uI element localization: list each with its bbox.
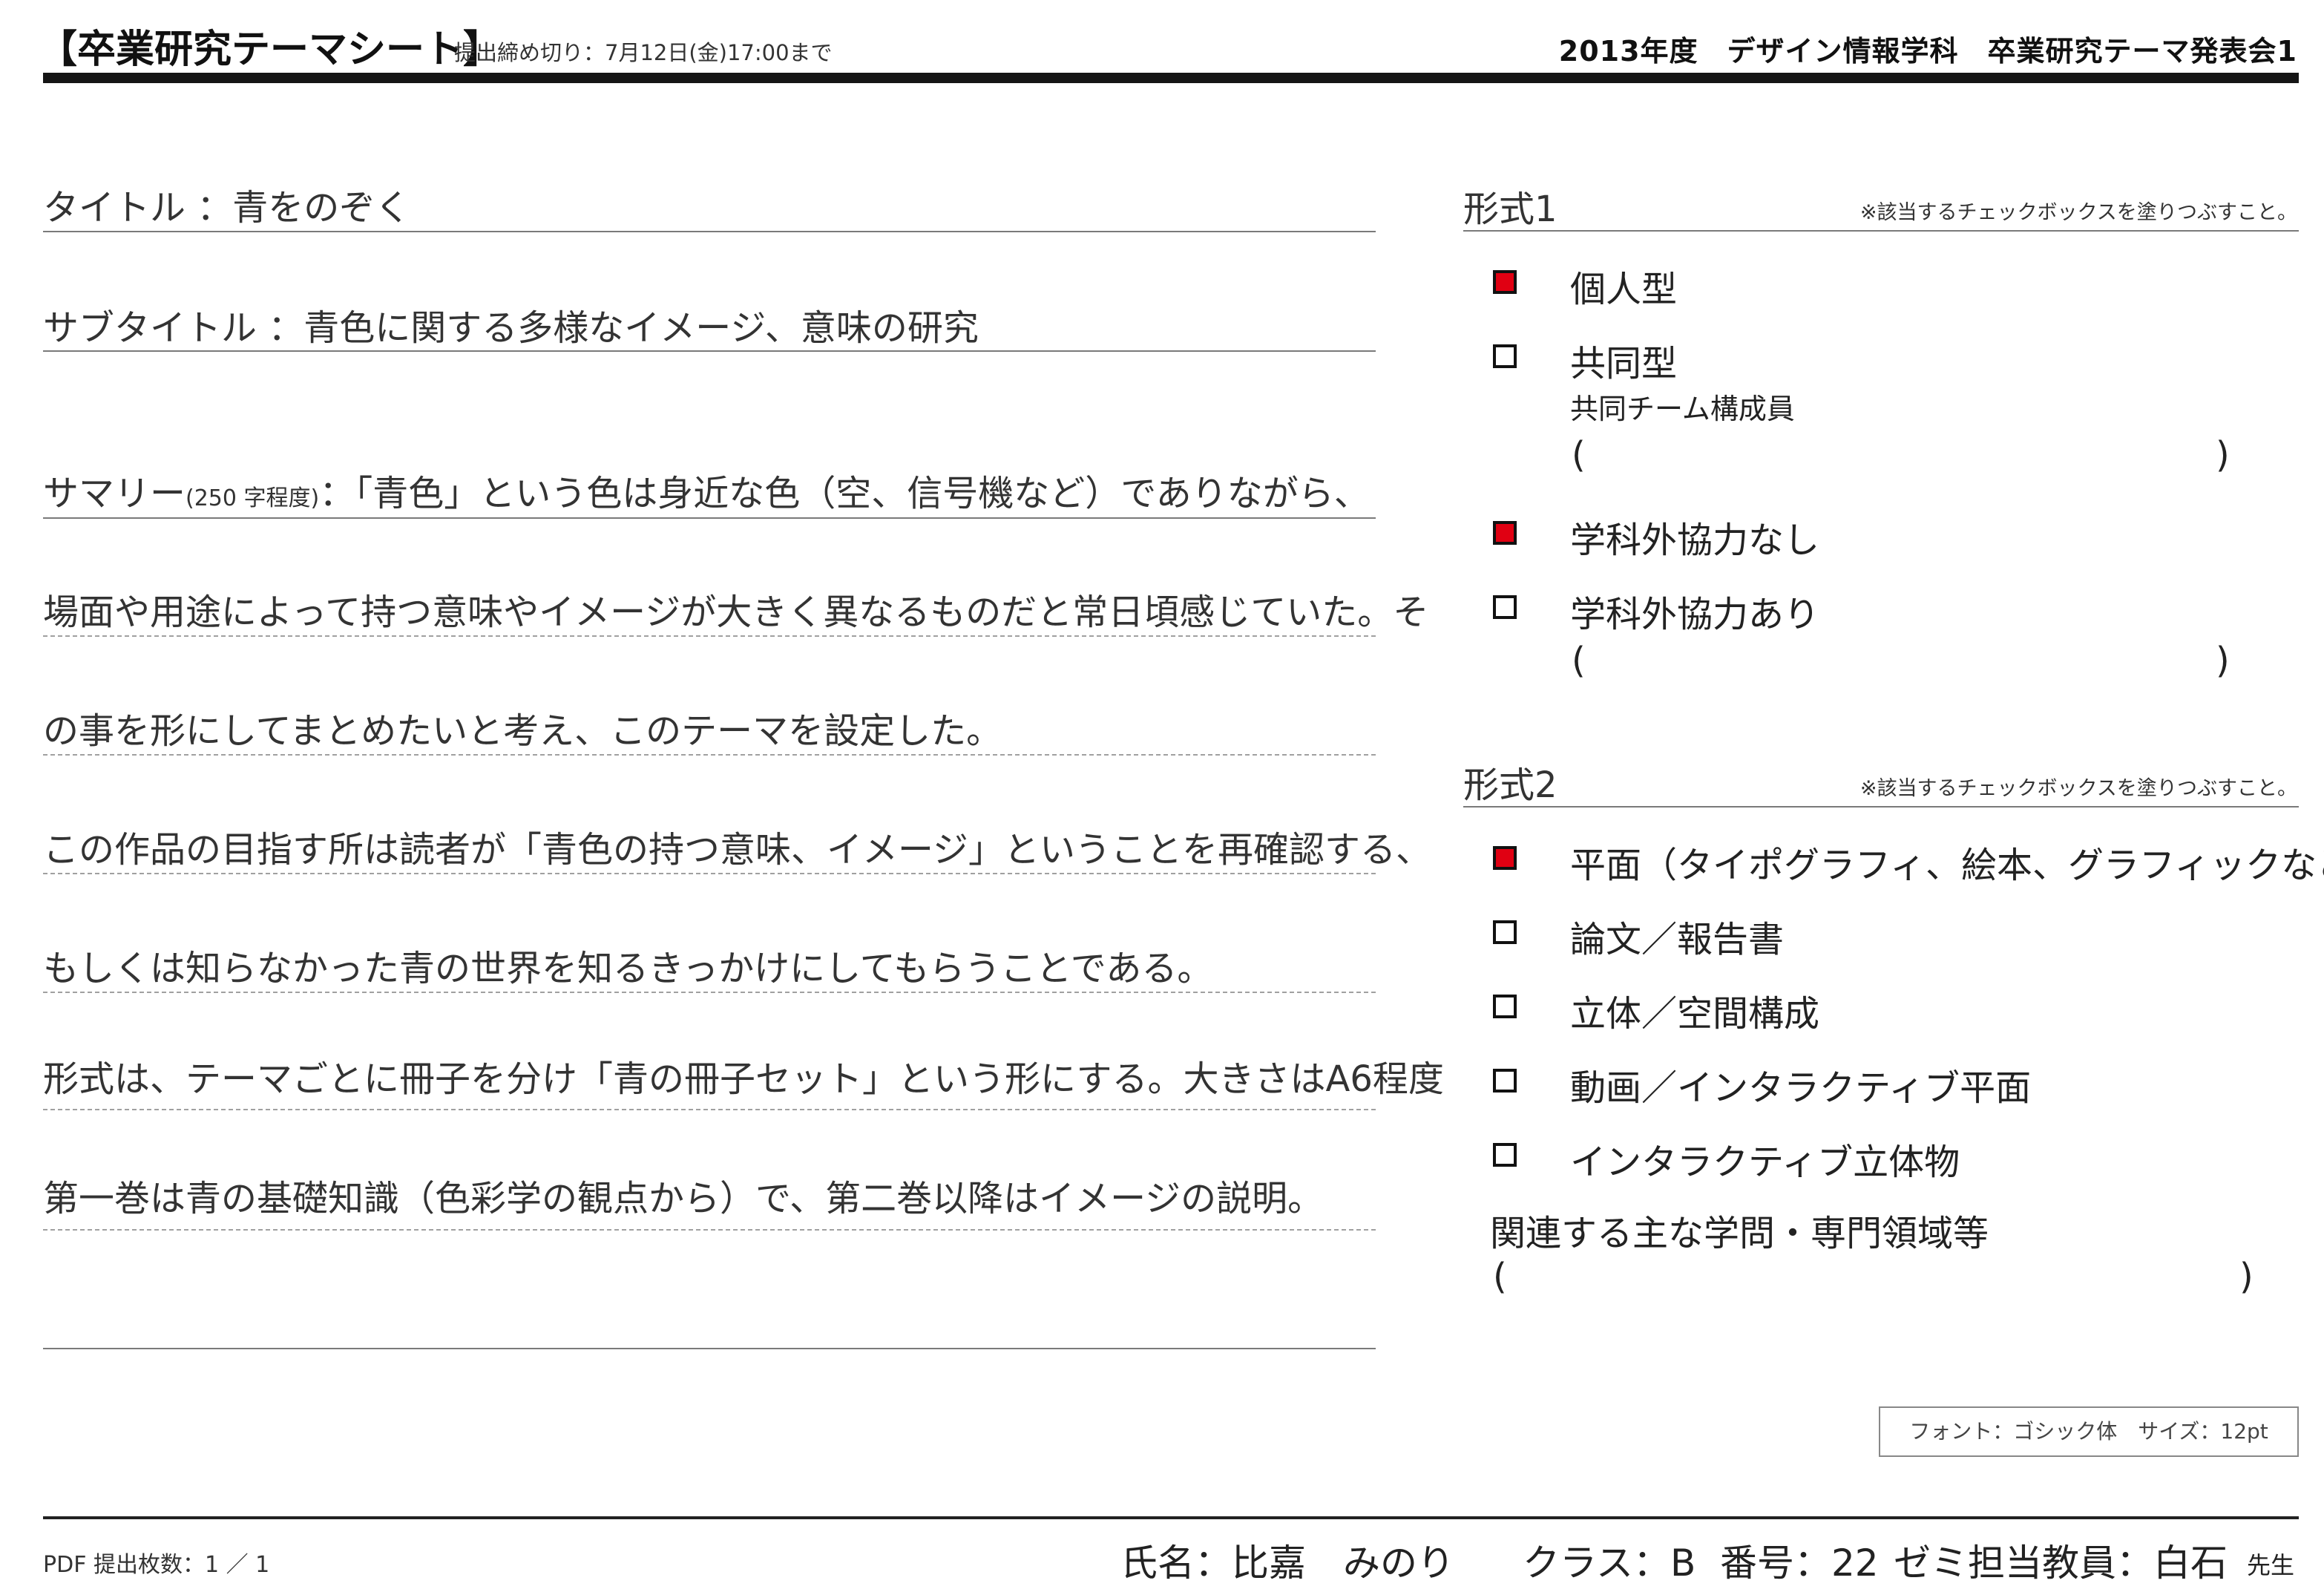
sensei-suffix: 先生 — [2247, 1551, 2295, 1579]
format2-option-3d: 立体／空間構成 — [1570, 993, 1820, 1035]
sheet-title: 【卒業研究テーマシート】 — [39, 27, 502, 72]
footer-rule — [43, 1516, 2299, 1519]
format1-option-outside: 学科外協力あり — [1570, 594, 1820, 635]
joint-members-label: 共同チーム構成員 — [1570, 393, 1795, 425]
summary-line-7[interactable]: 第一巻は青の基礎知識（色彩学の観点から）で、第二巻以降はイメージの説明。 — [43, 1169, 1323, 1221]
summary-line-2[interactable]: 場面や用途によって持つ意味やイメージが大きく異なるものだと常日頃感じていた。そ — [43, 583, 1428, 635]
summary-dash-rule — [43, 754, 1376, 756]
deadline-text: 提出締め切り：7月12日(金)17:00まで — [454, 40, 833, 65]
font-spec-box: フォント：ゴシック体 サイズ：12pt — [1879, 1406, 2299, 1457]
summary-text: ：「青色」という色は身近な色（空、信号機など）でありながら、 — [319, 473, 1370, 514]
student-name: 氏名：比嘉 みのり — [1120, 1542, 1454, 1585]
related-fields-label: 関連する主な学問・専門領域等 — [1490, 1213, 1989, 1254]
subtitle-value[interactable]: 青色に関する多様なイメージ、意味の研究 — [303, 307, 979, 349]
summary-dash-rule — [43, 1109, 1376, 1110]
student-number: 番号：22 — [1720, 1542, 1879, 1585]
summary-dash-rule — [43, 992, 1376, 993]
format1-rule — [1463, 230, 2299, 232]
summary-line-4[interactable]: この作品の目指す所は読者が「青色の持つ意味、イメージ」ということを再確認する、 — [43, 820, 1431, 872]
format1-checkbox-outside[interactable] — [1493, 595, 1517, 619]
outside-close-paren: ) — [2216, 640, 2230, 681]
format1-checkbox-no-outside[interactable] — [1493, 521, 1517, 545]
format2-checkbox-3d[interactable] — [1493, 995, 1517, 1018]
summary-end-rule — [43, 1348, 1376, 1349]
format2-checkbox-interactive-3d[interactable] — [1493, 1143, 1517, 1167]
summary-dash-rule — [43, 635, 1376, 637]
summary-line-6[interactable]: 形式は、テーマごとに冊子を分け「青の冊子セット」という形にする。大きさはA6程度 — [43, 1049, 1444, 1101]
related-close-paren: ) — [2239, 1256, 2254, 1297]
title-rule — [43, 231, 1376, 232]
outside-open-paren: ( — [1572, 640, 1586, 681]
format1-option-no-outside: 学科外協力なし — [1570, 520, 1820, 561]
format2-note: ※該当するチェックボックスを塗りつぶすこと。 — [1859, 777, 2297, 800]
class-label: クラス：B — [1523, 1542, 1696, 1585]
format2-option-flat: 平面（タイポグラフィ、絵本、グラフィックなど） — [1570, 845, 2324, 886]
format1-option-joint: 共同型 — [1570, 343, 1678, 384]
title-label: タイトル — [43, 187, 186, 229]
related-open-paren: ( — [1493, 1256, 1507, 1297]
subtitle-colon: ： — [257, 307, 304, 349]
event-title: 2013年度 デザイン情報学科 卒業研究テーマ発表会1 — [1558, 35, 2297, 68]
format1-note: ※該当するチェックボックスを塗りつぶすこと。 — [1859, 201, 2297, 224]
format1-option-individual: 個人型 — [1570, 269, 1678, 310]
summary-line-5[interactable]: もしくは知らなかった青の世界を知るきっかけにしてもらうことである。 — [43, 939, 1212, 991]
title-colon: ： — [186, 187, 233, 229]
summary-note: (250 字程度) — [186, 485, 320, 511]
format2-checkbox-paper[interactable] — [1493, 920, 1517, 944]
joint-members-close-paren: ) — [2216, 434, 2230, 476]
format2-checkbox-flat[interactable] — [1493, 846, 1517, 870]
subtitle-rule — [43, 350, 1376, 352]
format2-checkbox-video[interactable] — [1493, 1069, 1517, 1093]
title-value[interactable]: 青をのぞく — [232, 187, 410, 229]
seminar-teacher: ゼミ担当教員：白石 — [1894, 1542, 2228, 1585]
format2-rule — [1463, 806, 2299, 808]
subtitle-label: サブタイトル — [43, 307, 257, 349]
format2-heading: 形式2 — [1463, 764, 1557, 806]
format2-option-video: 動画／インタラクティブ平面 — [1570, 1067, 2032, 1109]
format2-option-paper: 論文／報告書 — [1570, 919, 1785, 960]
joint-members-open-paren: ( — [1572, 434, 1586, 476]
summary-dash-rule — [43, 873, 1376, 874]
format1-heading: 形式1 — [1463, 189, 1557, 230]
summary-dash-rule — [43, 1229, 1376, 1231]
summary-line-3[interactable]: の事を形にしてまとめたいと考え、このテーマを設定した。 — [43, 701, 1002, 753]
subtitle-field: サブタイトル ：青色に関する多様なイメージ、意味の研究 — [43, 298, 979, 350]
summary-label: サマリー — [43, 473, 186, 514]
format2-option-interactive-3d: インタラクティブ立体物 — [1570, 1141, 1960, 1183]
summary-line-1[interactable]: サマリー(250 字程度)：「青色」という色は身近な色（空、信号機など）でありな… — [43, 464, 1370, 516]
format1-checkbox-individual[interactable] — [1493, 270, 1517, 294]
format1-checkbox-joint[interactable] — [1493, 344, 1517, 368]
header-rule — [43, 73, 2299, 83]
title-field: タイトル ：青をのぞく — [43, 178, 410, 230]
pdf-page-count: PDF 提出枚数：1 ／ 1 — [43, 1552, 270, 1578]
summary-rule — [43, 517, 1376, 519]
